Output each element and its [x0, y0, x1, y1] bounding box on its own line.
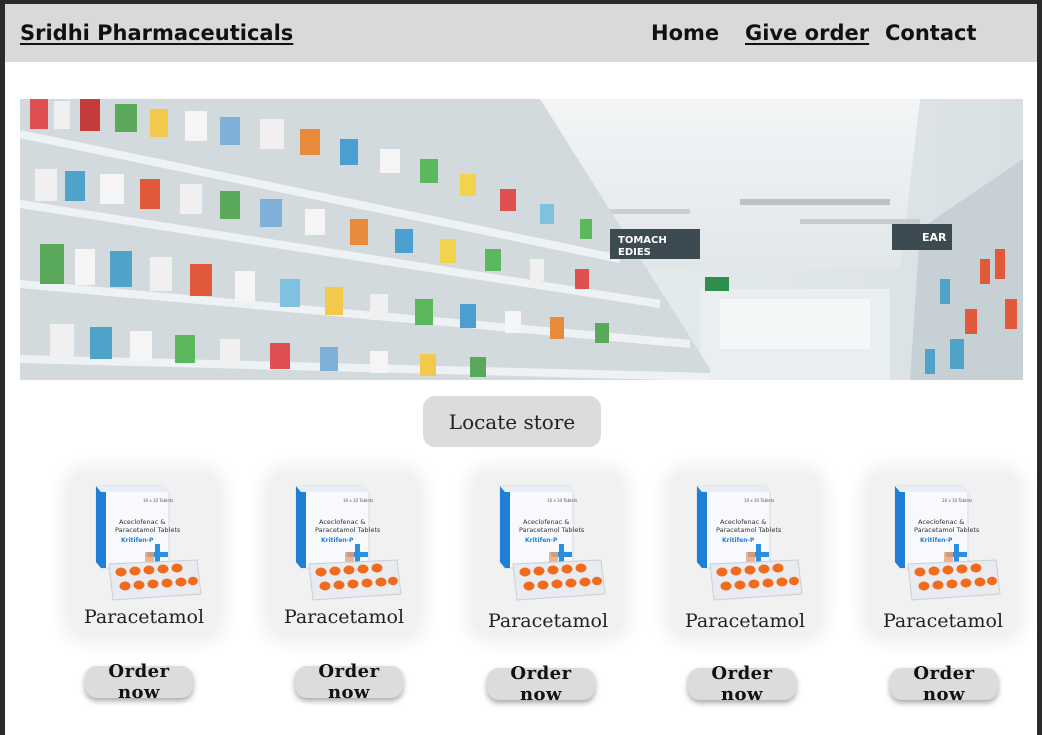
product-name: Paracetamol	[684, 610, 806, 632]
order-now-button[interactable]: Order now	[295, 661, 403, 703]
order-now-button[interactable]: Order now	[890, 663, 998, 705]
product-name: Paracetamol	[882, 610, 1004, 632]
order-now-button[interactable]: Order now	[487, 663, 595, 705]
page: Sridhi Pharmaceuticals Home Give order C…	[5, 4, 1037, 735]
svg-text:EAR: EAR	[922, 231, 947, 244]
top-navbar: Sridhi Pharmaceuticals Home Give order C…	[5, 4, 1037, 62]
pack-label-text: Paracetamol Tablets	[315, 526, 381, 534]
product-name: Paracetamol	[487, 610, 609, 632]
order-now-button[interactable]: Order now	[85, 661, 193, 703]
product-name: Paracetamol	[83, 606, 205, 628]
pack-label-text: Kritifen-P	[722, 537, 755, 544]
pack-label-text: Paracetamol Tablets	[716, 526, 782, 534]
svg-text:TOMACH: TOMACH	[618, 235, 667, 246]
pack-label-text: 10 x 10 Tablets	[143, 498, 173, 503]
pack-label-text: Paracetamol Tablets	[115, 526, 181, 534]
nav-contact-link[interactable]: Contact	[885, 21, 977, 45]
pack-label-text: 10 x 10 Tablets	[547, 498, 577, 503]
nav-home-link[interactable]: Home	[651, 21, 719, 45]
order-now-button[interactable]: Order now	[688, 663, 796, 705]
pack-label-text: Aceclofenac &	[319, 518, 365, 526]
pack-label-text: Kritifen-P	[321, 537, 354, 544]
pack-label-text: Aceclofenac &	[720, 518, 766, 526]
pack-label-text: Aceclofenac &	[918, 518, 964, 526]
pack-label-text: Kritifen-P	[121, 537, 154, 544]
brand-link[interactable]: Sridhi Pharmaceuticals	[20, 21, 293, 45]
pack-label-text: Aceclofenac &	[119, 518, 165, 526]
pharmacy-hero-image: TOMACH EDIES EAR	[20, 99, 1023, 380]
locate-store-button[interactable]: Locate store	[423, 396, 601, 447]
product-name: Paracetamol	[283, 606, 405, 628]
pack-label-text: Kritifen-P	[920, 537, 953, 544]
product-card[interactable]: Aceclofenac & Paracetamol Tablets Kritif…	[473, 472, 623, 636]
pack-label-text: Paracetamol Tablets	[519, 526, 585, 534]
nav-give-order-link[interactable]: Give order	[745, 21, 869, 45]
product-card[interactable]: Aceclofenac & Paracetamol Tablets Kritif…	[269, 472, 419, 636]
pack-label-text: 10 x 10 Tablets	[343, 498, 373, 503]
pack-label-text: Aceclofenac &	[523, 518, 569, 526]
svg-text:EDIES: EDIES	[618, 247, 651, 258]
pack-label-text: Paracetamol Tablets	[914, 526, 980, 534]
pack-label-text: Kritifen-P	[525, 537, 558, 544]
product-card[interactable]: Aceclofenac & Paracetamol Tablets Kritif…	[69, 472, 219, 636]
pack-label-text: 10 x 10 Tablets	[744, 498, 774, 503]
pack-label-text: 10 x 10 Tablets	[942, 498, 972, 503]
product-card[interactable]: Aceclofenac & Paracetamol Tablets Kritif…	[670, 472, 820, 636]
product-card[interactable]: Aceclofenac & Paracetamol Tablets Kritif…	[868, 472, 1018, 636]
